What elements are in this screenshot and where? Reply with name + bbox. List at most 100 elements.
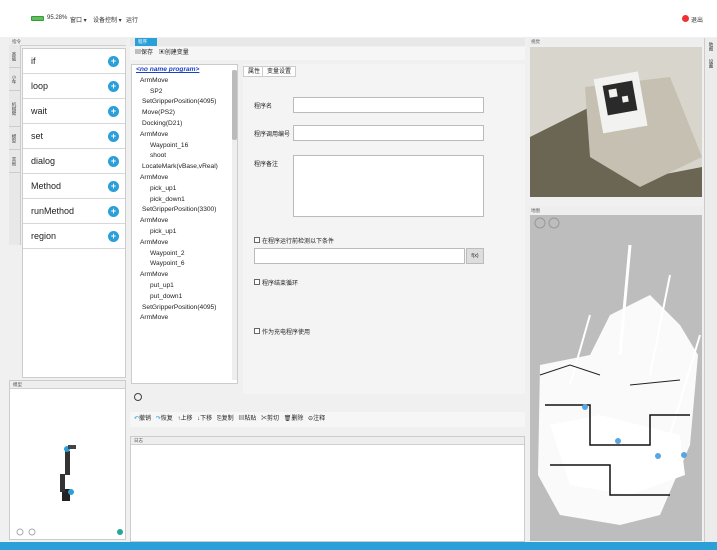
tree-item[interactable]: pick_up1 [132,184,237,195]
tab-vehicle[interactable]: 小车 [9,68,20,91]
tree-item[interactable]: shoot [132,151,237,162]
dock-tab-settings[interactable]: 设置 [705,55,717,72]
command-loop[interactable]: loop + [23,74,125,99]
add-icon[interactable]: + [108,181,119,192]
tree-item[interactable]: Waypoint_16 [132,141,237,152]
run-button[interactable]: 运行 [126,15,138,24]
tree-item[interactable]: put_down1 [132,292,237,303]
tree-scrollbar-thumb[interactable] [232,70,237,140]
delete-button[interactable]: 删除 [291,416,303,422]
program-id-label: 程序调用编号 [254,132,291,138]
add-icon[interactable]: + [108,81,119,92]
log-panel: 日志 [130,436,525,542]
pre-check-label: 在程序运行前检测以下条件 [262,239,335,245]
tree-item[interactable]: SetGripperPosition(4095) [132,97,237,108]
tree-root[interactable]: <no name program> [132,65,237,76]
camera-panel-title: 视觉 [528,38,703,46]
device-control-menu[interactable]: 设备控制 ▾ [93,15,122,24]
move-up-button[interactable]: 上移 [180,416,192,422]
robot-arm-icon [16,445,123,536]
occupancy-map [530,215,702,541]
tab-program[interactable]: 程序 [135,38,157,46]
redo-button[interactable]: 恢复 [161,416,173,422]
tab-arm[interactable]: 机械臂 [9,91,20,127]
tab-variables[interactable]: 变量设置 [262,66,297,77]
tree-item[interactable]: Move(PS2) [132,108,237,119]
command-wait[interactable]: wait + [23,99,125,124]
command-method[interactable]: Method + [23,174,125,199]
program-id-input[interactable] [293,125,484,141]
tree-item[interactable]: pick_down1 [132,195,237,206]
command-region[interactable]: region + [23,224,125,249]
command-category-tabs: 基础 小车 机械臂 模型 其他 [9,45,21,245]
copy-button[interactable]: 复制 [222,416,234,422]
tree-item[interactable]: ArmMove [132,130,237,141]
program-tab-bar [130,38,525,46]
tree-item[interactable]: ArmMove [132,76,237,87]
fx-button[interactable]: f(x) [466,248,484,264]
status-bar [0,542,717,550]
log-title: 日志 [131,437,524,445]
command-label: if [31,56,36,66]
tree-item[interactable]: LocateMark(vBase,vReal) [132,162,237,173]
map-view[interactable] [530,215,702,541]
program-name-input[interactable] [293,97,484,113]
condition-input[interactable] [254,248,465,264]
add-icon[interactable]: + [108,131,119,142]
tree-item[interactable]: pick_up1 [132,227,237,238]
command-if[interactable]: if + [23,49,125,74]
tree-item[interactable]: ArmMove [132,216,237,227]
command-label: dialog [31,156,56,166]
charge-checkbox[interactable] [254,328,260,334]
tree-item[interactable]: Waypoint_2 [132,249,237,260]
tree-item[interactable]: ArmMove [132,238,237,249]
tree-item[interactable]: SetGripperPosition(4095) [132,303,237,314]
exit-button[interactable]: 退出 [691,15,703,24]
add-icon[interactable]: + [108,106,119,117]
tab-other[interactable]: 其他 [9,150,20,173]
program-toolbar: ▤保存 ▣创建变量 [130,47,525,60]
loop-checkbox[interactable] [254,279,260,285]
camera-view [530,47,702,197]
tree-item[interactable]: put_up1 [132,281,237,292]
program-tree: <no name program> ArmMove SP2 SetGripper… [131,64,238,384]
paste-button[interactable]: 粘贴 [244,416,256,422]
pre-check-checkbox[interactable] [254,237,260,243]
tree-item[interactable]: Waypoint_6 [132,259,237,270]
save-button[interactable]: 保存 [141,50,153,56]
properties-panel [243,64,525,394]
create-variable-button[interactable]: 创建变量 [165,50,189,56]
add-icon[interactable]: + [108,231,119,242]
tree-item[interactable]: Docking(D21) [132,119,237,130]
tree-item[interactable]: ArmMove [132,173,237,184]
camera-feed-image [530,47,702,197]
command-set[interactable]: set + [23,124,125,149]
commands-panel-title: 指令 [9,38,126,46]
tab-basic[interactable]: 基础 [9,45,20,68]
program-note-textarea[interactable] [293,155,484,217]
tree-item[interactable]: SP2 [132,87,237,98]
undo-button[interactable]: 撤销 [139,416,151,422]
cut-button[interactable]: 剪切 [267,416,279,422]
move-down-button[interactable]: 下移 [200,416,212,422]
comment-button[interactable]: 注释 [313,416,325,422]
command-dialog[interactable]: dialog + [23,149,125,174]
search-icon[interactable] [134,393,142,401]
tab-model[interactable]: 模型 [9,127,20,150]
battery-icon [31,16,44,21]
tree-item[interactable]: ArmMove [132,313,237,324]
command-label: set [31,131,44,141]
add-icon[interactable]: + [108,156,119,167]
window-menu[interactable]: 窗口 ▾ [70,15,87,24]
exit-icon[interactable] [682,15,689,22]
tree-item[interactable]: ArmMove [132,270,237,281]
robot-model-panel: 模型 [9,380,126,540]
tree-item[interactable]: SetGripperPosition(3300) [132,205,237,216]
right-dock-strip: 地图 设置 [704,38,717,542]
command-runmethod[interactable]: runMethod + [23,199,125,224]
loop-label: 程序结束循环 [262,281,299,287]
add-icon[interactable]: + [108,206,119,217]
dock-tab-map[interactable]: 地图 [705,38,717,55]
add-icon[interactable]: + [108,56,119,67]
battery-percent: 95.28% [47,15,68,21]
